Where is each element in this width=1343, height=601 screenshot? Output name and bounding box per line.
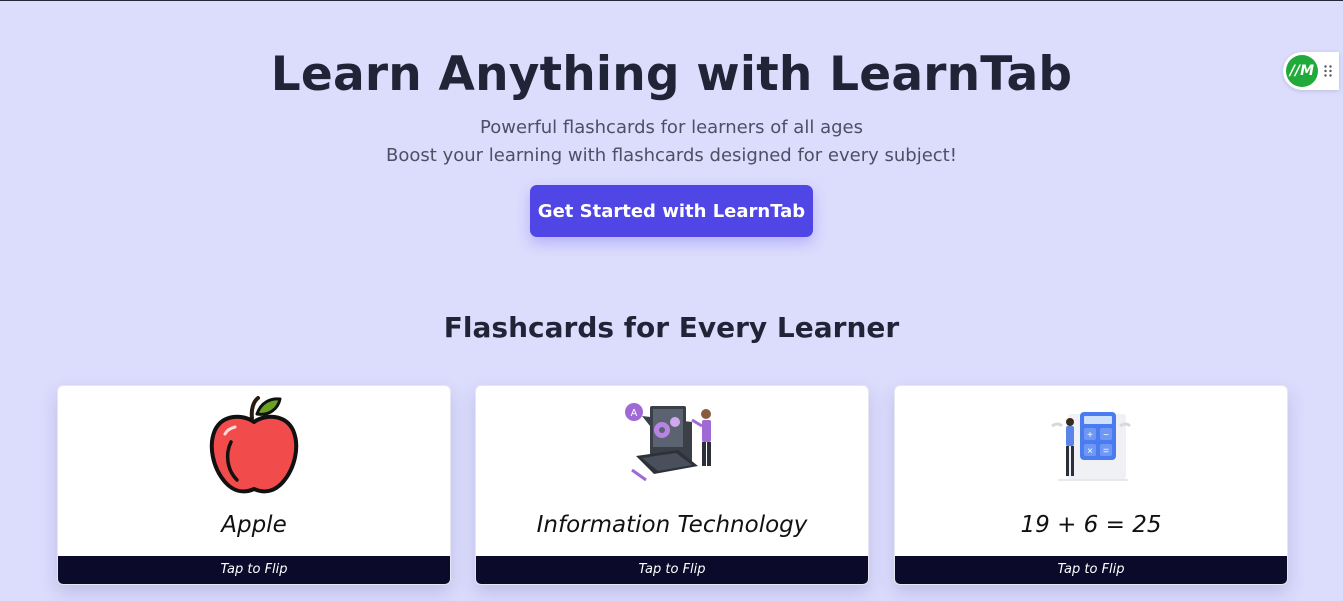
laptop-technician-illustration: A xyxy=(625,403,711,482)
flashcard-label: 19 + 6 = 25 xyxy=(1020,512,1162,538)
page-title: Learn Anything with LearnTab xyxy=(270,47,1073,102)
flashcard-information-technology[interactable]: A Information Technology Tap to Flip xyxy=(475,385,869,585)
drag-grip-icon[interactable] xyxy=(1323,64,1333,78)
svg-text:=: = xyxy=(1103,446,1109,457)
flashcard-label: Information Technology xyxy=(536,512,808,538)
top-border xyxy=(0,0,1343,1)
svg-text:A: A xyxy=(631,408,638,419)
tap-to-flip-bar[interactable]: Tap to Flip xyxy=(58,556,450,584)
tap-to-flip-bar[interactable]: Tap to Flip xyxy=(476,556,868,584)
svg-text:+: + xyxy=(1087,430,1093,441)
svg-text:×: × xyxy=(1087,446,1093,457)
flashcards-section-title: Flashcards for Every Learner xyxy=(443,311,900,344)
hero-subtitle: Powerful flashcards for learners of all … xyxy=(480,117,863,138)
flashcard-apple[interactable]: Apple Tap to Flip xyxy=(57,385,451,585)
extension-badge[interactable]: //M xyxy=(1286,55,1318,87)
flashcard-math[interactable]: + − × = 19 + 6 = 25 Tap to Flip xyxy=(894,385,1288,585)
extension-widget[interactable]: //M xyxy=(1283,52,1339,90)
flashcard-label: Apple xyxy=(221,512,287,538)
svg-text:−: − xyxy=(1103,430,1109,441)
apple-icon xyxy=(209,396,299,494)
calculator-illustration: + − × = xyxy=(1051,412,1132,481)
get-started-button[interactable]: Get Started with LearnTab xyxy=(530,185,813,237)
tap-to-flip-bar[interactable]: Tap to Flip xyxy=(895,556,1287,584)
hero-tagline: Boost your learning with flashcards desi… xyxy=(386,145,957,166)
